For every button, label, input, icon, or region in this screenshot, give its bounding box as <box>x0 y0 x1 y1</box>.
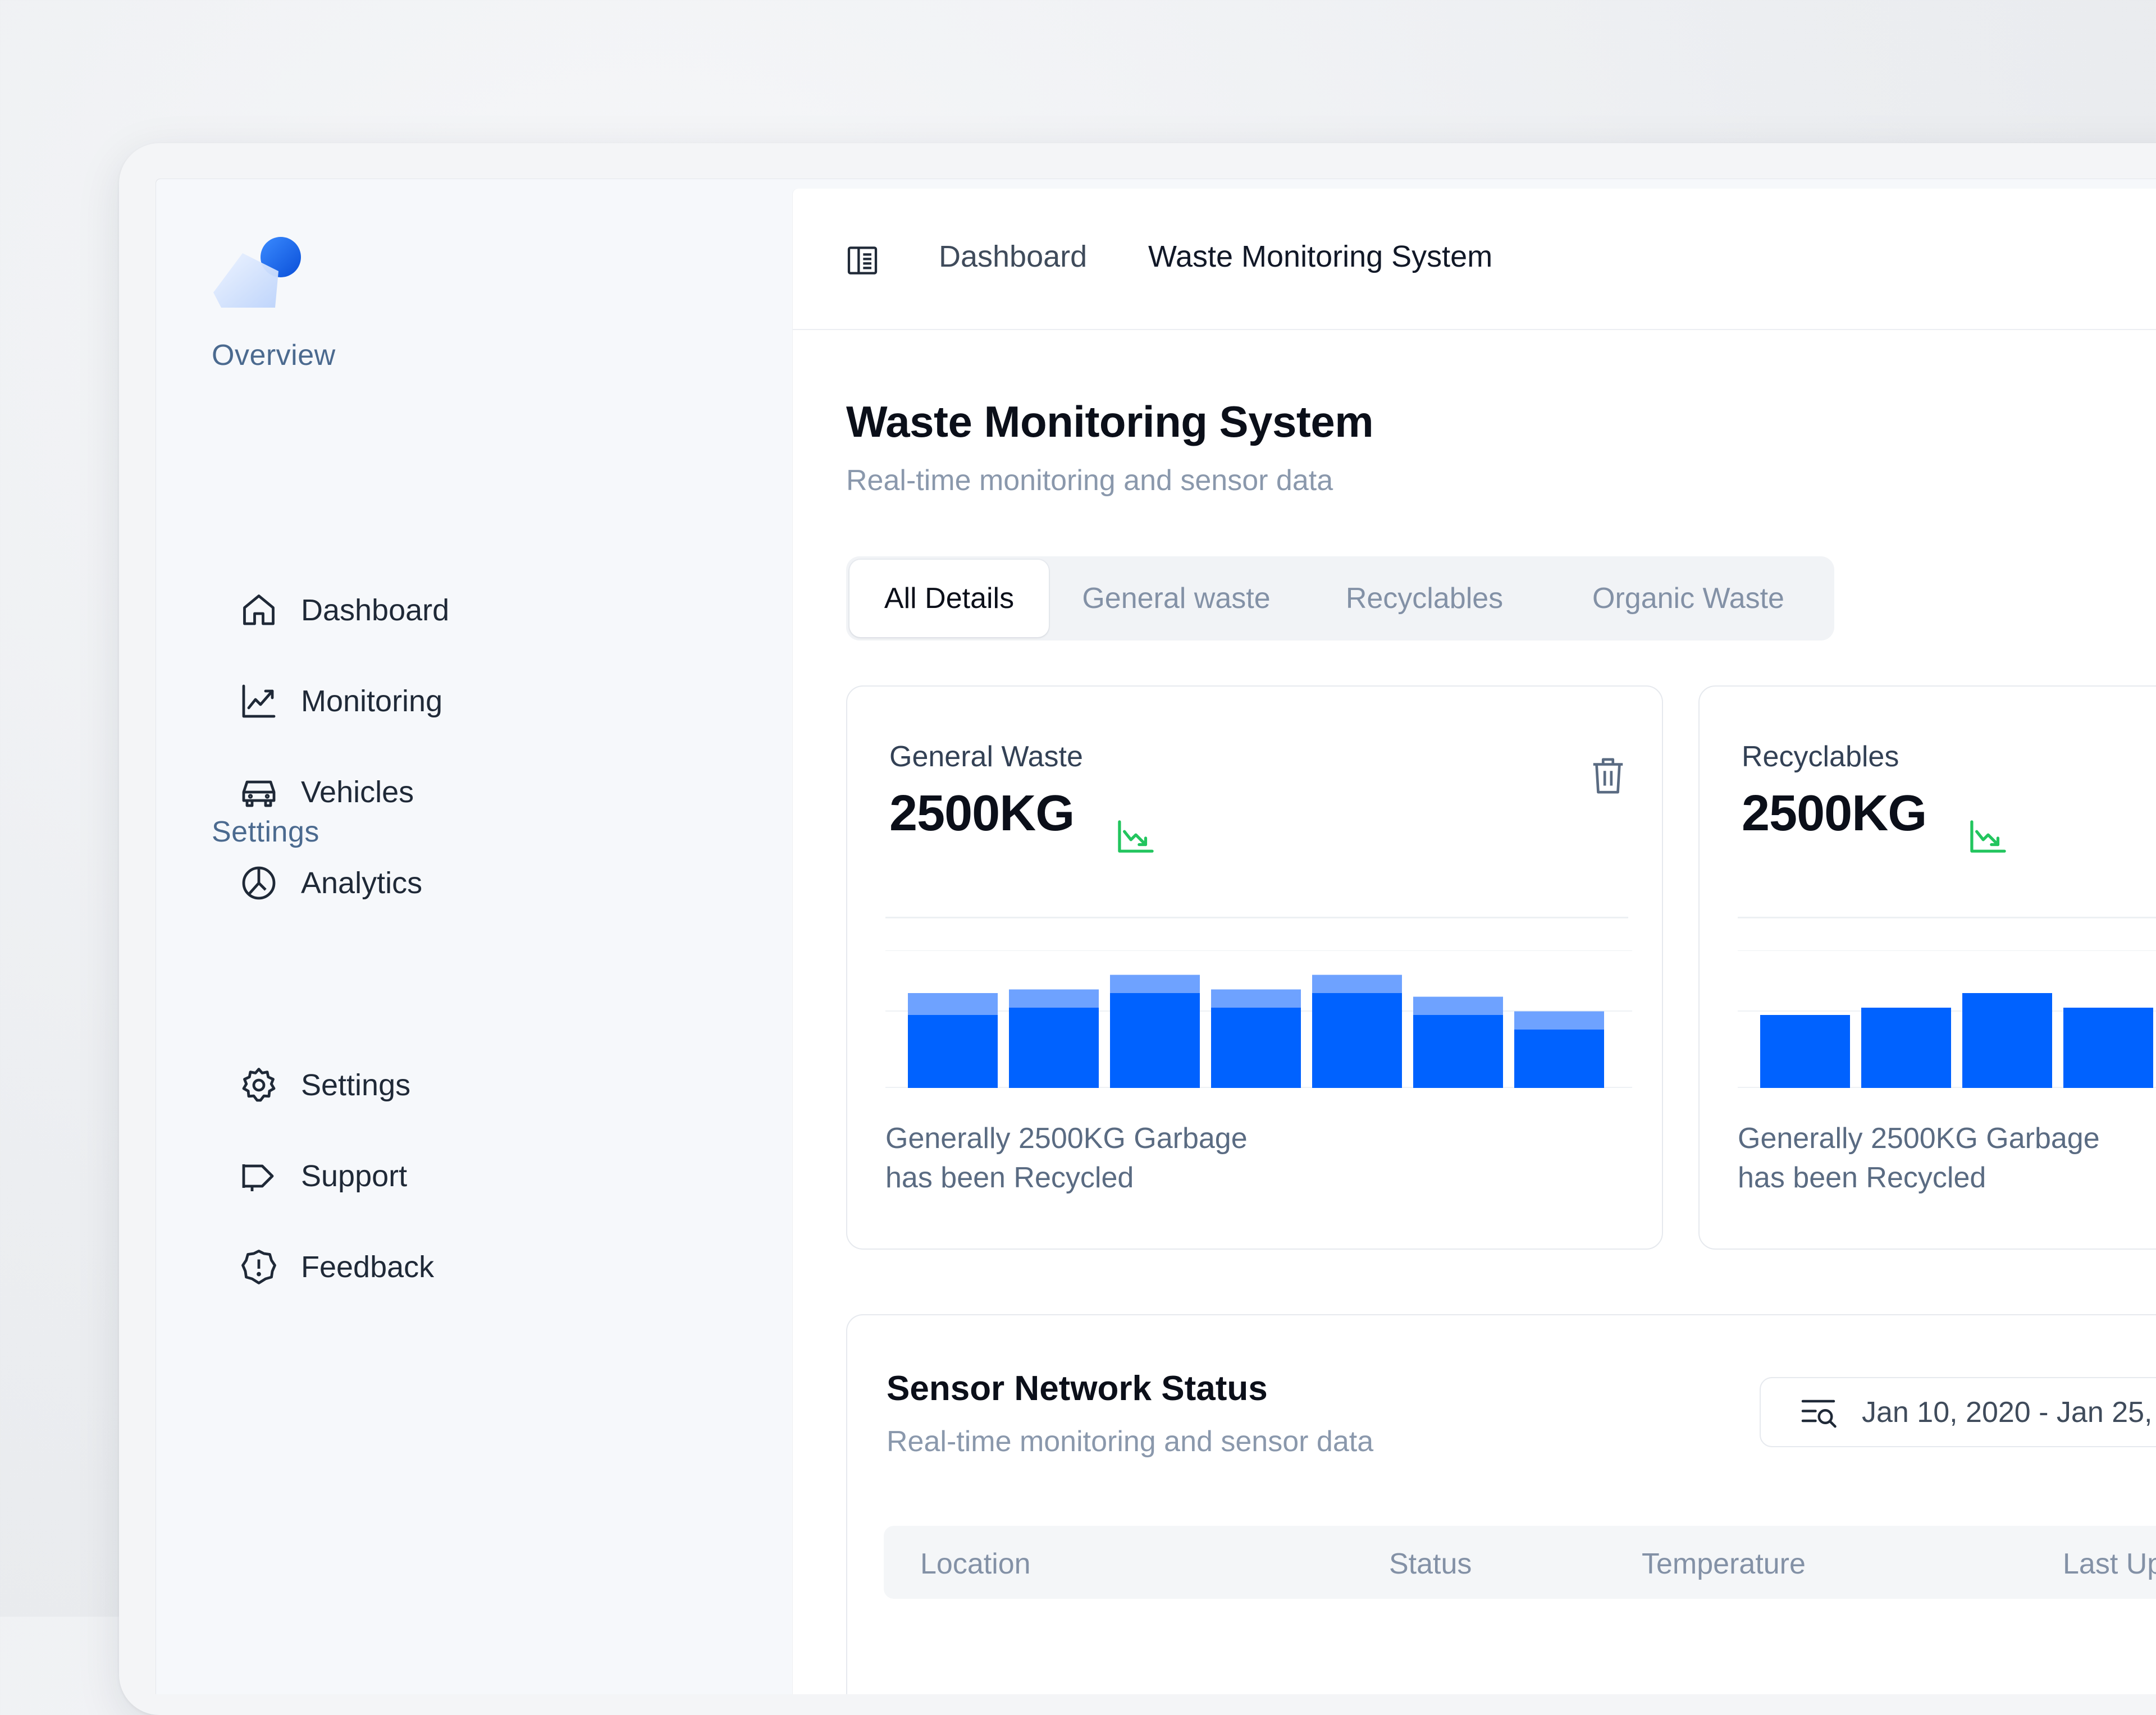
chart-bar <box>1514 1030 1604 1088</box>
trash-icon[interactable] <box>1588 754 1628 798</box>
chart-bar <box>1312 993 1402 1088</box>
section-subtitle: Real-time monitoring and sensor data <box>887 1425 1374 1458</box>
table-header: Location Status Temperature Last Updated <box>884 1526 2156 1599</box>
divider <box>885 917 1628 918</box>
sidebar-item-label: Feedback <box>301 1250 435 1284</box>
general-waste-bar-chart <box>885 950 1632 1088</box>
nav-group-settings: Settings <box>212 816 319 848</box>
card-title: Recyclables <box>1742 740 1899 773</box>
sidebar-item-label: Analytics <box>301 866 423 900</box>
tab-bar: All Details General waste Recyclables Or… <box>846 556 1834 641</box>
card-value: 2500KG <box>1742 785 1927 842</box>
line-chart-icon <box>237 679 281 723</box>
sidebar-item-vehicles[interactable]: Vehicles <box>237 761 742 823</box>
chart-bar-cap <box>1413 996 1503 1015</box>
recyclables-bar-chart <box>1738 950 2156 1088</box>
card-title: General Waste <box>889 740 1083 773</box>
breadcrumb-current: Waste Monitoring System <box>1148 240 1493 273</box>
home-icon <box>237 588 281 632</box>
card-value: 2500KG <box>889 785 1075 842</box>
chart-bar <box>1110 993 1200 1088</box>
sidebar-item-feedback[interactable]: Feedback <box>237 1236 742 1298</box>
card-description-line: has been Recycled <box>1738 1161 1986 1194</box>
chart-bar <box>1962 993 2052 1088</box>
column-header-location[interactable]: Location <box>920 1547 1031 1581</box>
pie-chart-icon <box>237 861 281 905</box>
sidebar-item-label: Monitoring <box>301 684 443 718</box>
card-description: Generally 2500KG Garbage has been Recycl… <box>885 1119 1391 1197</box>
chart-bar <box>1413 1015 1503 1088</box>
app-window: Overview Dashboard Monitoring Vehicles A… <box>156 179 2156 1694</box>
main-panel: Dashboard Waste Monitoring System Waste … <box>793 189 2156 1694</box>
sidebar-item-analytics[interactable]: Analytics <box>237 852 742 914</box>
page-title: Waste Monitoring System <box>846 397 1374 446</box>
sidebar-item-label: Support <box>301 1159 408 1193</box>
sidebar-item-settings[interactable]: Settings <box>237 1054 742 1116</box>
sidebar-item-support[interactable]: Support <box>237 1145 742 1207</box>
trend-down-icon <box>1968 818 2008 854</box>
chart-bar-cap <box>1514 1011 1604 1030</box>
divider <box>1738 917 2156 918</box>
card-description-line: Generally 2500KG Garbage <box>885 1122 1248 1155</box>
megaphone-icon <box>237 1154 281 1198</box>
alert-icon <box>237 1245 281 1289</box>
sidebar-item-dashboard[interactable]: Dashboard <box>237 579 742 641</box>
sidebar-item-label: Vehicles <box>301 775 414 809</box>
card-description: Generally 2500KG Garbage has been Recycl… <box>1738 1119 2156 1197</box>
card-description-line: Generally 2500KG Garbage <box>1738 1122 2100 1155</box>
card-description-line: has been Recycled <box>885 1161 1134 1194</box>
sidebar-item-label: Settings <box>301 1068 411 1102</box>
page-subtitle: Real-time monitoring and sensor data <box>846 464 1333 497</box>
filter-search-icon <box>1801 1400 1837 1428</box>
column-header-last-updated[interactable]: Last Updated <box>2063 1547 2156 1581</box>
nav-group-overview: Overview <box>212 339 336 372</box>
chart-bar <box>1861 1008 1951 1088</box>
column-header-temperature[interactable]: Temperature <box>1642 1547 1806 1581</box>
sidebar-item-monitoring[interactable]: Monitoring <box>237 670 742 732</box>
tab-general-waste[interactable]: General waste <box>1058 560 1294 637</box>
breadcrumb-dashboard[interactable]: Dashboard <box>939 239 1087 274</box>
sidebar: Overview Dashboard Monitoring Vehicles A… <box>156 179 793 1694</box>
sidebar-toggle-icon[interactable] <box>844 243 880 278</box>
sensor-network-card: Sensor Network Status Real-time monitori… <box>846 1314 2156 1694</box>
tab-recyclables[interactable]: Recyclables <box>1307 560 1542 637</box>
sidebar-item-label: Dashboard <box>301 593 450 627</box>
column-header-status[interactable]: Status <box>1389 1547 1472 1581</box>
car-icon <box>237 770 281 814</box>
chart-bar <box>1009 1008 1099 1088</box>
section-title: Sensor Network Status <box>887 1369 1268 1408</box>
app-logo <box>209 232 310 316</box>
topbar: Dashboard Waste Monitoring System <box>793 189 2156 330</box>
tab-organic-waste[interactable]: Organic Waste <box>1554 560 1823 637</box>
general-waste-card: General Waste 2500KG Generally 2500KG Ga… <box>846 685 1663 1250</box>
chart-bar-cap <box>1312 975 1402 993</box>
trend-down-icon <box>1116 818 1156 854</box>
date-range-picker[interactable]: Jan 10, 2020 - Jan 25, 2020 <box>1760 1377 2156 1447</box>
chart-bar <box>908 1015 998 1088</box>
chart-bar-cap <box>1110 975 1200 993</box>
recyclables-card: Recyclables 2500KG Generally 2500KG Garb… <box>1698 685 2156 1250</box>
chart-bar <box>1760 1015 1850 1088</box>
chart-bar-cap <box>1211 989 1301 1008</box>
chart-bar <box>2063 1008 2153 1088</box>
chart-bar-cap <box>1009 989 1099 1008</box>
gear-icon <box>237 1063 281 1107</box>
chart-bar <box>1211 1008 1301 1088</box>
date-range-text: Jan 10, 2020 - Jan 25, 2020 <box>1862 1396 2156 1429</box>
chart-bar-cap <box>908 993 998 1015</box>
tab-all-details[interactable]: All Details <box>849 560 1049 637</box>
